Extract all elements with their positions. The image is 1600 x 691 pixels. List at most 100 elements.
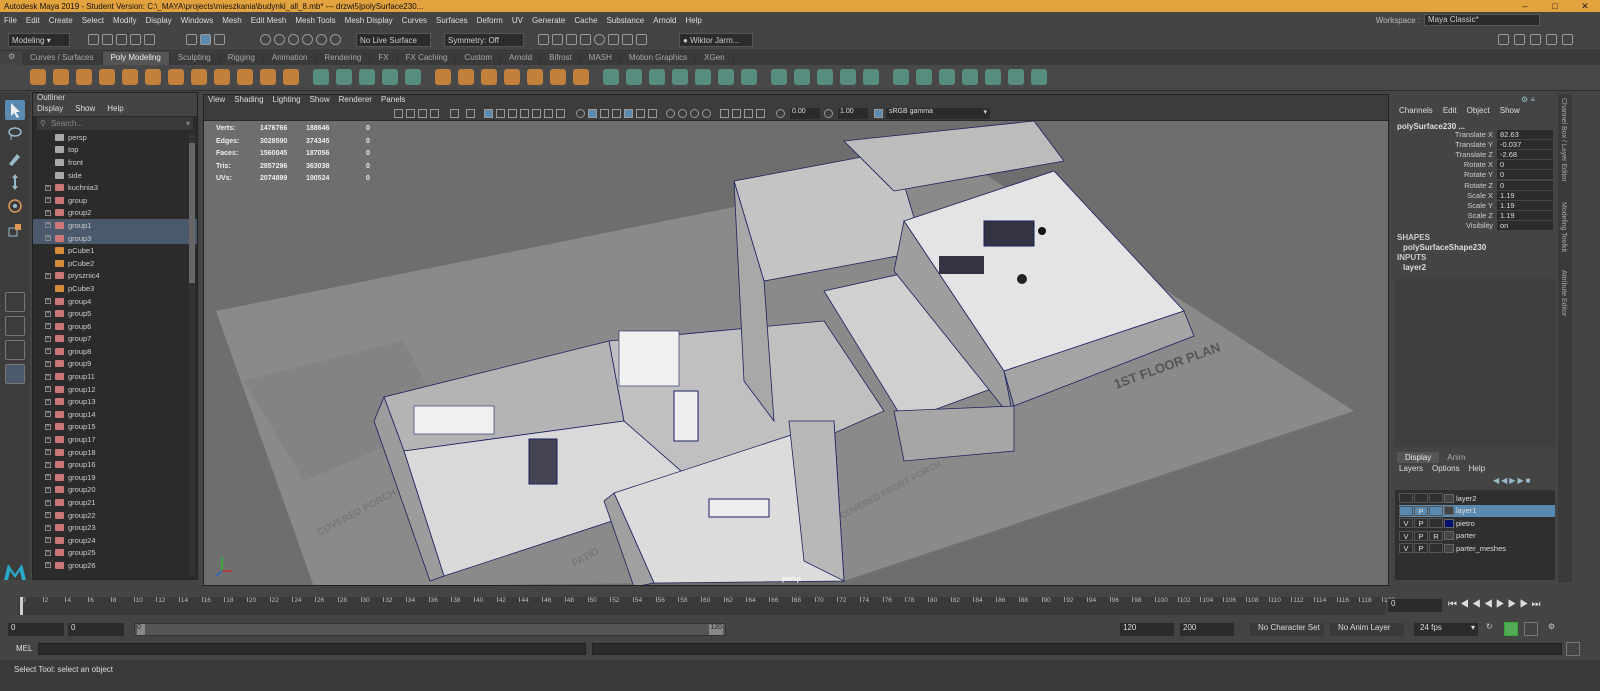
select-object-icon[interactable] bbox=[200, 34, 211, 45]
disc-icon[interactable] bbox=[168, 69, 184, 85]
outliner-item[interactable]: + group11 bbox=[33, 370, 197, 383]
planar-map-icon[interactable] bbox=[893, 69, 909, 85]
menu-select[interactable]: Select bbox=[82, 16, 104, 25]
expand-icon[interactable]: + bbox=[45, 499, 51, 506]
gamma-field[interactable]: 1.00 bbox=[838, 108, 868, 119]
bevel-icon[interactable] bbox=[550, 69, 566, 85]
outliner-item[interactable]: side bbox=[33, 169, 197, 182]
arnold-ipr-icon[interactable] bbox=[622, 34, 633, 45]
live-surface-field[interactable]: No Live Surface bbox=[356, 33, 431, 47]
outliner-item[interactable]: pCube3 bbox=[33, 282, 197, 295]
render-frame-icon[interactable] bbox=[552, 34, 563, 45]
expand-icon[interactable]: + bbox=[45, 512, 51, 519]
playback-toggle[interactable]: P bbox=[1414, 505, 1428, 516]
attribute-editor-tab[interactable]: Attribute Editor bbox=[1560, 270, 1567, 316]
channel-box-tab[interactable]: Channel Box / Layer Editor bbox=[1560, 98, 1567, 182]
expand-icon[interactable]: + bbox=[45, 222, 51, 229]
outliner-search[interactable]: ⚲ Search... ▾ bbox=[37, 117, 193, 130]
viewport-menu-lighting[interactable]: Lighting bbox=[273, 95, 301, 107]
character-set-dropdown[interactable]: No Character Set bbox=[1250, 623, 1324, 636]
xray-active-icon[interactable] bbox=[744, 109, 753, 118]
layout-icon[interactable] bbox=[985, 69, 1001, 85]
colorspace-dropdown[interactable]: sRGB gamma ▾ bbox=[886, 108, 990, 119]
display-type-toggle[interactable] bbox=[1429, 505, 1443, 516]
menu-edit[interactable]: Edit bbox=[26, 16, 40, 25]
unfold-icon[interactable] bbox=[962, 69, 978, 85]
channel-value[interactable]: 1.19 bbox=[1497, 190, 1553, 200]
expand-icon[interactable]: + bbox=[45, 209, 51, 216]
isolate-select-icon[interactable] bbox=[720, 109, 729, 118]
expand-icon[interactable]: + bbox=[45, 298, 51, 305]
color-management-icon[interactable] bbox=[874, 109, 883, 118]
menu-mesh[interactable]: Mesh bbox=[222, 16, 242, 25]
gate-mask-icon[interactable] bbox=[520, 109, 529, 118]
visibility-toggle[interactable]: V bbox=[1399, 530, 1413, 541]
shadows-icon[interactable] bbox=[648, 109, 657, 118]
outliner-item[interactable]: + group16 bbox=[33, 458, 197, 471]
wireframe-on-shaded-icon[interactable] bbox=[612, 109, 621, 118]
layer-row[interactable]: V P Rparter bbox=[1399, 530, 1555, 542]
playback-toggle[interactable] bbox=[1414, 493, 1428, 503]
shelf-tab-poly-modeling[interactable]: Poly Modeling bbox=[102, 52, 170, 65]
svg-icon[interactable] bbox=[405, 69, 421, 85]
toggle-panel-icon-4[interactable] bbox=[1546, 34, 1557, 45]
outliner-item[interactable]: + kuchnia3 bbox=[33, 181, 197, 194]
gamma-icon[interactable] bbox=[824, 109, 833, 118]
maximize-icon[interactable]: □ bbox=[1540, 1, 1570, 11]
camera-select-icon[interactable] bbox=[394, 109, 403, 118]
menu-uv[interactable]: UV bbox=[512, 16, 523, 25]
shape-name[interactable]: polySurfaceShape230 bbox=[1403, 243, 1486, 252]
menu-edit-mesh[interactable]: Edit Mesh bbox=[251, 16, 287, 25]
auto-key-icon[interactable] bbox=[1504, 622, 1518, 636]
range-end-field[interactable]: 120 bbox=[1120, 623, 1174, 636]
textured-icon[interactable] bbox=[624, 109, 633, 118]
outliner-item[interactable]: + group23 bbox=[33, 521, 197, 534]
expand-icon[interactable]: + bbox=[45, 461, 51, 468]
offset-loop-icon[interactable] bbox=[840, 69, 856, 85]
outliner-item[interactable]: + group19 bbox=[33, 471, 197, 484]
select-tool-icon[interactable] bbox=[5, 100, 25, 120]
film-gate-icon[interactable] bbox=[496, 109, 505, 118]
outliner-item[interactable]: top bbox=[33, 144, 197, 157]
menu-display[interactable]: Display bbox=[146, 16, 172, 25]
combine-icon[interactable] bbox=[435, 69, 451, 85]
safe-title-icon[interactable] bbox=[556, 109, 565, 118]
grease-pencil-icon[interactable] bbox=[466, 109, 475, 118]
display-type-toggle[interactable] bbox=[1429, 518, 1443, 529]
expand-icon[interactable]: + bbox=[45, 423, 51, 430]
shelf-tab-custom[interactable]: Custom bbox=[456, 52, 501, 65]
viewport-menu-show[interactable]: Show bbox=[310, 95, 330, 107]
expand-icon[interactable]: + bbox=[45, 386, 51, 393]
move-tool-icon[interactable] bbox=[5, 172, 25, 192]
outliner-item[interactable]: + group15 bbox=[33, 421, 197, 434]
channel-value[interactable]: -0.037 bbox=[1497, 140, 1553, 150]
super-shape-icon[interactable] bbox=[359, 69, 375, 85]
menu-windows[interactable]: Windows bbox=[181, 16, 213, 25]
channel-row[interactable]: Translate X 82.63 bbox=[1397, 130, 1555, 140]
image-plane-icon[interactable] bbox=[430, 109, 439, 118]
2d-pan-icon[interactable] bbox=[450, 109, 459, 118]
outliner-item[interactable]: + group5 bbox=[33, 307, 197, 320]
symmetry-dropdown[interactable]: Symmetry: Off bbox=[444, 33, 524, 47]
outliner-item[interactable]: + group13 bbox=[33, 395, 197, 408]
channel-menu-object[interactable]: Object bbox=[1467, 106, 1490, 115]
outliner-item[interactable]: pCube2 bbox=[33, 257, 197, 270]
expand-icon[interactable]: + bbox=[45, 486, 51, 493]
expand-icon[interactable]: + bbox=[45, 348, 51, 355]
menu-surfaces[interactable]: Surfaces bbox=[436, 16, 468, 25]
animation-prefs-icon[interactable]: ⚙ bbox=[1548, 622, 1562, 636]
playback-toggle[interactable]: P bbox=[1414, 543, 1428, 554]
menu-set-dropdown[interactable]: Modeling ▾ bbox=[8, 33, 70, 47]
rotate-tool-icon[interactable] bbox=[5, 196, 25, 216]
shelf-tab-sculpting[interactable]: Sculpting bbox=[170, 52, 220, 65]
script-editor-icon[interactable] bbox=[1566, 642, 1580, 656]
cube-icon[interactable] bbox=[53, 69, 69, 85]
outliner-item[interactable]: + group4 bbox=[33, 295, 197, 308]
pyramid-icon[interactable] bbox=[214, 69, 230, 85]
channel-value[interactable]: 0 bbox=[1497, 170, 1553, 180]
playback-toggle[interactable]: P bbox=[1414, 518, 1428, 529]
outliner-item[interactable]: + group2 bbox=[33, 207, 197, 220]
range-start-field[interactable]: 0 bbox=[68, 623, 124, 636]
quad-draw-icon[interactable] bbox=[771, 69, 787, 85]
wireframe-icon[interactable] bbox=[576, 109, 585, 118]
